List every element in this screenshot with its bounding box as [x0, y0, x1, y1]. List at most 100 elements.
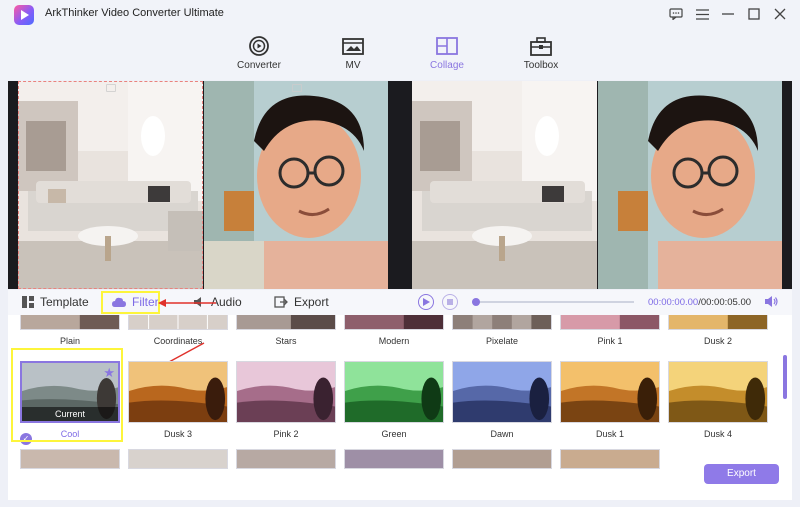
living-room-photo	[18, 81, 203, 289]
filter-tile[interactable]: Pink 2	[236, 361, 336, 439]
filter-name: Plain	[59, 336, 80, 346]
filter-thumbnail	[236, 315, 336, 330]
cool-filter-highlight-box	[11, 348, 123, 442]
tab-converter[interactable]: Converter	[214, 32, 304, 71]
filter-name: Dusk 4	[703, 429, 732, 439]
preview-cell-left	[412, 81, 597, 289]
filter-tile[interactable]: Modern	[344, 315, 444, 346]
filter-thumbnail	[452, 449, 552, 469]
filter-highlight-box	[101, 291, 160, 314]
living-room-preview	[412, 81, 597, 289]
filter-tile[interactable]: Dusk 4	[668, 361, 768, 439]
tab-toolbox-label: Toolbox	[523, 60, 559, 71]
collage-cell-right[interactable]	[204, 81, 388, 289]
filter-thumbnail	[668, 315, 768, 330]
preview-player: 00:00:00.00/00:00:05.00	[412, 290, 792, 315]
filter-scrollbar[interactable]	[783, 355, 787, 399]
filter-panel: Plain Coordinates Stars Modern Pixelate …	[8, 315, 792, 500]
filter-tile[interactable]: Dusk 2	[668, 315, 768, 346]
app-logo-icon	[14, 5, 34, 25]
collage-icon	[402, 32, 492, 60]
filter-tile[interactable]: Dusk 3	[128, 361, 228, 439]
filter-tile[interactable]: Dusk 1	[560, 361, 660, 439]
stop-icon	[447, 299, 453, 305]
stop-button[interactable]	[442, 294, 458, 310]
export-tab[interactable]: Export	[274, 295, 329, 309]
tab-mv-label: MV	[345, 60, 361, 71]
template-tab[interactable]: Template	[22, 295, 89, 309]
menu-icon[interactable]	[692, 4, 712, 24]
progress-knob[interactable]	[472, 298, 480, 306]
filter-thumbnail	[560, 315, 660, 330]
template-icon	[22, 296, 34, 308]
tab-collage-label: Collage	[430, 60, 464, 71]
toolbox-icon	[496, 32, 586, 60]
filter-name: Stars	[275, 336, 297, 346]
app-title: ArkThinker Video Converter Ultimate	[45, 7, 224, 19]
collage-preview-area	[8, 81, 792, 289]
feedback-icon[interactable]	[666, 4, 686, 24]
filter-thumbnail	[236, 449, 336, 469]
filter-tile[interactable]: Pixelate	[452, 315, 552, 346]
filter-name: Green	[381, 429, 407, 439]
filter-tile[interactable]: Green	[344, 361, 444, 439]
filter-tile[interactable]	[236, 449, 336, 469]
portrait-preview	[598, 81, 782, 289]
filter-thumbnail	[452, 361, 552, 423]
tab-mv[interactable]: MV	[308, 32, 398, 71]
filter-name: Pink 2	[273, 429, 299, 439]
converter-icon	[214, 32, 304, 60]
filter-thumbnail	[128, 449, 228, 469]
main-nav: Converter MV Collage Toolbox	[0, 28, 800, 80]
progress-track[interactable]	[472, 301, 634, 303]
filter-name: Modern	[378, 336, 410, 346]
filter-tile[interactable]: Stars	[236, 315, 336, 346]
filter-tile[interactable]	[128, 449, 228, 469]
tab-toolbox[interactable]: Toolbox	[496, 32, 586, 71]
filter-tile[interactable]	[344, 449, 444, 469]
filter-tile[interactable]	[20, 449, 120, 469]
filter-name: Dawn	[490, 429, 514, 439]
filter-thumbnail	[128, 315, 228, 330]
filter-thumbnail	[560, 361, 660, 423]
filter-name: Pixelate	[485, 336, 519, 346]
filter-thumbnail	[20, 449, 120, 469]
filter-thumbnail	[668, 361, 768, 423]
preview-cell-right	[598, 81, 782, 289]
filter-thumbnail	[452, 315, 552, 330]
filter-thumbnail	[344, 449, 444, 469]
minimize-icon[interactable]	[718, 4, 738, 24]
filter-tile[interactable]: Dawn	[452, 361, 552, 439]
export-icon	[274, 296, 288, 308]
edit-toolbar: Template Filter Audio Export 00:00:00.00…	[8, 290, 792, 315]
filter-thumbnail	[128, 361, 228, 423]
replace-image-icon[interactable]	[106, 84, 116, 92]
filter-name: Dusk 3	[163, 429, 192, 439]
filter-name: Dusk 1	[595, 429, 624, 439]
filter-thumbnail	[560, 449, 660, 469]
total-time: 00:00:05.00	[700, 297, 752, 308]
volume-icon[interactable]	[764, 295, 778, 311]
filter-tile[interactable]	[452, 449, 552, 469]
filter-tile[interactable]: Pink 1	[560, 315, 660, 346]
filter-thumbnail	[344, 361, 444, 423]
play-icon	[422, 298, 430, 306]
filter-tile[interactable]	[560, 449, 660, 469]
title-bar: ArkThinker Video Converter Ultimate	[0, 0, 800, 28]
maximize-icon[interactable]	[744, 4, 764, 24]
filter-thumbnail	[20, 315, 120, 330]
annotation-arrow	[158, 299, 216, 307]
collage-cell-left[interactable]	[18, 81, 203, 289]
replace-image-icon[interactable]	[292, 84, 302, 92]
filter-tile[interactable]: Plain	[20, 315, 120, 346]
filter-thumbnail	[344, 315, 444, 330]
export-label: Export	[294, 295, 329, 309]
play-button[interactable]	[418, 294, 434, 310]
close-icon[interactable]	[770, 4, 790, 24]
tab-collage[interactable]: Collage	[402, 32, 492, 71]
template-label: Template	[40, 295, 89, 309]
filter-name: Pink 1	[597, 336, 623, 346]
export-button[interactable]: Export	[704, 464, 779, 484]
filter-name: Dusk 2	[703, 336, 732, 346]
current-time: 00:00:00.00	[648, 297, 699, 308]
